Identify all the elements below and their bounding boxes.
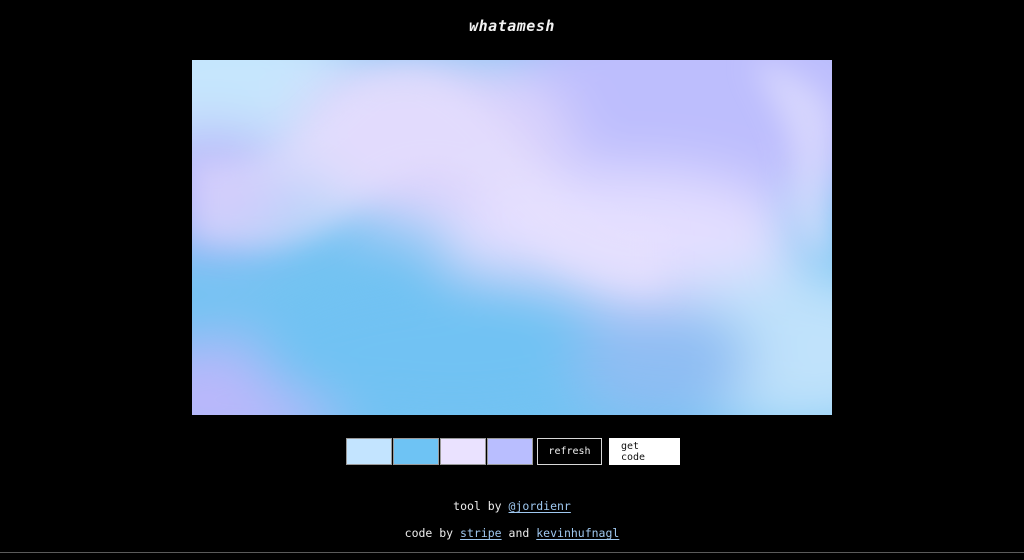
color-swatch-2[interactable] [393,438,439,465]
code-credit-joiner: and [508,526,530,540]
bottom-divider [0,552,1024,553]
mesh-gradient [192,60,832,415]
color-swatch-1[interactable] [346,438,392,465]
code-credit-prefix: code by [404,526,454,540]
page: whatamesh refresh get code tool by @jord… [0,0,1024,560]
tool-author-link[interactable]: @jordienr [509,499,571,513]
gradient-canvas [192,60,832,415]
code-credit: code by stripe and kevinhufnagl [0,526,1024,540]
page-title: whatamesh [469,17,555,35]
refresh-button[interactable]: refresh [537,438,602,465]
get-code-button[interactable]: get code [609,438,680,465]
tool-credit: tool by @jordienr [0,499,1024,513]
controls-bar: refresh get code [346,438,680,465]
stripe-link[interactable]: stripe [460,526,502,540]
kevinhufnagl-link[interactable]: kevinhufnagl [536,526,619,540]
color-swatch-3[interactable] [440,438,486,465]
color-swatch-4[interactable] [487,438,533,465]
tool-credit-prefix: tool by [453,499,502,513]
